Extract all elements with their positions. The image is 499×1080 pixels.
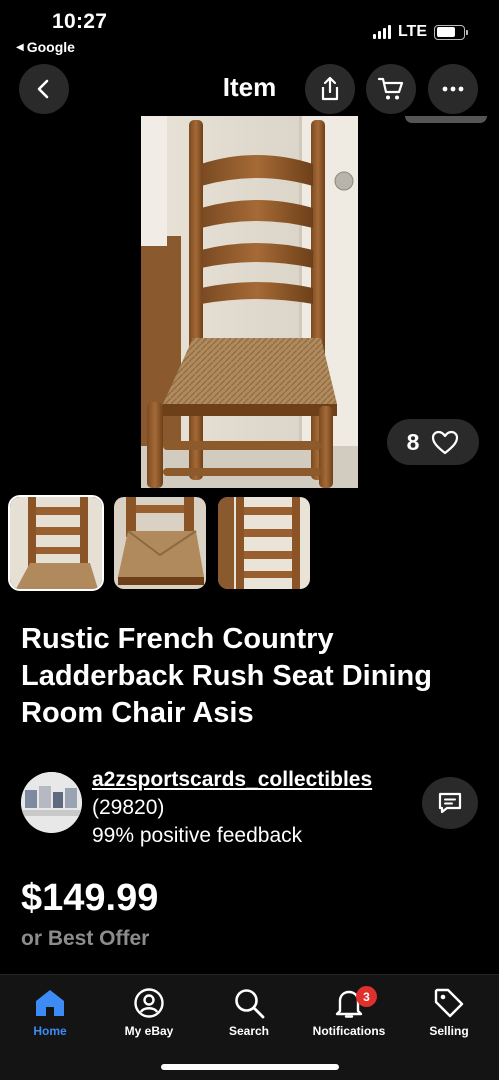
tab-selling[interactable]: Selling — [399, 983, 499, 1038]
battery-icon — [434, 24, 468, 40]
contact-seller-button[interactable] — [422, 777, 478, 829]
share-icon — [321, 76, 339, 101]
header: Item — [0, 62, 499, 116]
notification-badge: 3 — [356, 986, 377, 1007]
network-label: LTE — [397, 23, 427, 40]
thumbnail-1[interactable] — [8, 495, 104, 591]
seller-avatar[interactable] — [21, 772, 82, 833]
back-button[interactable] — [19, 64, 69, 114]
signal-icon — [372, 25, 391, 39]
watch-button[interactable]: 8 — [387, 419, 479, 465]
share-button[interactable] — [305, 64, 355, 114]
home-indicator — [161, 1064, 339, 1070]
tab-home[interactable]: Home — [0, 983, 100, 1038]
more-icon — [442, 86, 464, 92]
best-offer-label: or Best Offer — [21, 927, 150, 950]
scroll-hint — [405, 116, 487, 123]
back-triangle-icon: ◀ — [16, 41, 24, 53]
tab-label: My eBay — [124, 1024, 174, 1038]
thumbnail-2[interactable] — [114, 497, 206, 589]
seller-info[interactable]: a2zsportscards_collectibles (29820) 99% … — [21, 766, 481, 847]
item-price: $149.99 — [21, 877, 159, 919]
seller-feedback-count: (29820) — [92, 796, 165, 819]
like-count: 8 — [406, 428, 420, 455]
tab-label: Home — [33, 1024, 67, 1038]
thumbnail-strip — [8, 495, 310, 591]
item-title: Rustic French Country Ladderback Rush Se… — [21, 623, 432, 729]
back-arrow-icon — [37, 79, 49, 99]
seller-feedback-percent: 99% positive feedback — [92, 824, 303, 847]
status-bar: 10:27 ◀ Google LTE — [0, 0, 499, 62]
tag-icon — [434, 988, 464, 1018]
home-icon — [36, 990, 64, 1016]
cart-button[interactable] — [366, 64, 416, 114]
tab-my-ebay[interactable]: My eBay — [99, 983, 199, 1038]
tab-label: Selling — [429, 1024, 469, 1038]
cart-icon — [377, 77, 404, 100]
page-title: Item — [222, 72, 277, 102]
item-image-carousel[interactable]: 8 — [0, 116, 499, 488]
more-options-button[interactable] — [428, 64, 478, 114]
tab-label: Notifications — [312, 1024, 386, 1038]
back-app-label: Google — [26, 39, 75, 55]
seller-name-link[interactable]: a2zsportscards_collectibles — [92, 768, 372, 791]
heart-icon — [432, 430, 459, 454]
tab-label: Search — [228, 1024, 270, 1038]
item-main-photo — [141, 116, 358, 488]
status-time: 10:27 — [52, 10, 108, 33]
tab-notifications[interactable]: 3 Notifications — [299, 983, 399, 1038]
message-icon — [438, 792, 462, 814]
back-to-google-link[interactable]: ◀ Google — [16, 39, 75, 55]
search-icon — [235, 989, 265, 1019]
tab-search[interactable]: Search — [199, 983, 299, 1038]
thumbnail-3[interactable] — [218, 497, 310, 589]
profile-icon — [134, 988, 164, 1018]
